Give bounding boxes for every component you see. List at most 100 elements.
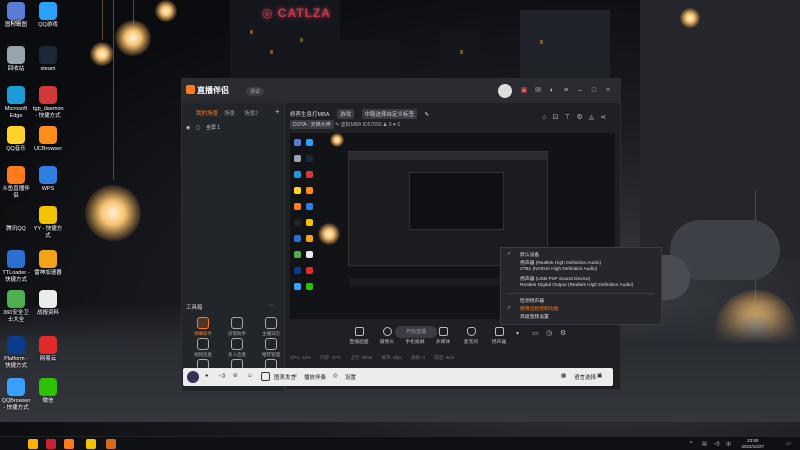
speaker-button[interactable]: 扬声器 bbox=[486, 327, 512, 345]
clock[interactable]: 23:50 2022/10/27 bbox=[741, 438, 764, 450]
add-scene-icon[interactable]: + bbox=[275, 107, 280, 116]
dropdown-arrow-icon[interactable]: ▾ bbox=[516, 330, 519, 337]
desktop-icon[interactable]: 腾讯QQ bbox=[1, 206, 31, 233]
tool-button[interactable]: 视频连麦 bbox=[188, 338, 218, 358]
mail-icon[interactable]: ✉ bbox=[534, 87, 542, 95]
tool-button[interactable]: 推荐管理 bbox=[256, 338, 286, 358]
maximize-icon[interactable]: □ bbox=[590, 87, 598, 95]
tool-button[interactable]: 弹幕助手 bbox=[188, 317, 218, 337]
keyboard-icon[interactable]: ▦ bbox=[561, 373, 566, 379]
volume-icon[interactable]: ◁) bbox=[219, 373, 225, 379]
settings-icon[interactable]: ⚙ bbox=[560, 329, 566, 337]
volume-icon[interactable]: ◁) bbox=[714, 441, 720, 447]
desktop-icon[interactable]: YY - 快捷方式 bbox=[33, 206, 63, 240]
desktop-icon[interactable]: Platform - 快捷方式 bbox=[1, 336, 31, 370]
desktop-icon[interactable]: 微信 bbox=[33, 378, 63, 405]
shirt-icon[interactable]: ⊤ bbox=[564, 114, 576, 121]
menu-item[interactable]: 高级音频设置 bbox=[520, 313, 549, 320]
comment-bar: ● ◁) ⊘ ☺ 图表发言 ♫ 播放伴奏 ◎ 设置 ▦ 语言选择 ▣ bbox=[183, 368, 613, 386]
network-icon[interactable]: ▤ bbox=[702, 441, 707, 447]
close-icon[interactable]: × bbox=[604, 87, 612, 95]
stream-title[interactable]: 修养生息打MBA bbox=[290, 112, 329, 118]
notification-icon[interactable]: ▭ bbox=[786, 441, 791, 447]
chat-icon[interactable] bbox=[261, 372, 270, 381]
desktop-icon[interactable]: 网易云 bbox=[33, 336, 63, 363]
tool-button[interactable]: 房管助手 bbox=[222, 317, 252, 337]
gift-box-icon[interactable]: ⊡ bbox=[552, 114, 564, 121]
desktop-icon[interactable]: QQ游戏 bbox=[33, 2, 63, 29]
gear-icon[interactable]: ⚙ bbox=[576, 114, 588, 121]
share-alt-icon[interactable]: ⋖ bbox=[600, 114, 612, 121]
scene-item[interactable]: ◉ ▢ 全屏 1 bbox=[186, 124, 220, 131]
comment-item-2[interactable]: 播放伴奏 bbox=[304, 373, 326, 381]
live-companion-taskbar-icon[interactable] bbox=[64, 439, 74, 449]
tab-my-scenes[interactable]: 我的场景 bbox=[196, 109, 218, 117]
desktop-icon[interactable]: 回收站 bbox=[1, 46, 31, 73]
gift-icon[interactable]: ▣ bbox=[520, 87, 528, 95]
desktop-icon[interactable]: QQBrowser - 快捷方式 bbox=[1, 378, 31, 412]
tab-scene-2[interactable]: 场景2 bbox=[244, 109, 258, 117]
menu-icon[interactable]: ≡ bbox=[562, 87, 570, 95]
desktop-icon[interactable]: 雷神加速器 bbox=[33, 250, 63, 277]
app-taskbar-icon[interactable] bbox=[106, 439, 116, 449]
version-badge[interactable]: 测试 bbox=[246, 87, 265, 96]
screen-capture-button[interactable]: 直播画面 bbox=[346, 327, 372, 345]
yy-taskbar-icon[interactable] bbox=[86, 439, 96, 449]
music-icon[interactable]: ♫ bbox=[293, 373, 297, 379]
tag-chip[interactable]: 中路选择自定义标签 bbox=[361, 109, 418, 119]
tab-scene[interactable]: 场景 bbox=[224, 109, 235, 117]
desktop-icon[interactable]: QQ音乐 bbox=[1, 126, 31, 153]
category-chip[interactable]: 游戏 bbox=[336, 109, 354, 119]
edit-icon[interactable]: ✎ bbox=[425, 112, 430, 118]
minimize-icon[interactable]: – bbox=[576, 87, 584, 95]
desktop-icon[interactable]: Microsoft Edge bbox=[1, 86, 31, 120]
avatar[interactable] bbox=[187, 371, 199, 383]
menu-item[interactable]: 默认设备 bbox=[520, 251, 539, 258]
folder-icon[interactable] bbox=[28, 439, 38, 449]
microphone-button[interactable]: 麦克风 bbox=[458, 327, 484, 345]
lit-window bbox=[460, 50, 463, 54]
desktop-icon[interactable]: WPS bbox=[33, 166, 63, 193]
more-icon[interactable]: ⋯ bbox=[268, 302, 274, 309]
window-icon[interactable]: ▣ bbox=[597, 373, 602, 379]
record-icon[interactable]: ▭ bbox=[532, 329, 539, 337]
history-icon[interactable]: ◷ bbox=[546, 329, 552, 337]
bell-icon[interactable]: ◬ bbox=[589, 114, 600, 121]
room-id: ID57000 bbox=[362, 122, 382, 128]
tray-chevron-icon[interactable]: ^ bbox=[690, 441, 692, 447]
tool-button[interactable]: 多人连麦 bbox=[222, 338, 252, 358]
skin-icon[interactable]: ◐ bbox=[548, 87, 556, 95]
desktop-icon[interactable]: 6XC bbox=[1, 20, 31, 27]
desktop-icon[interactable]: 战报资料 bbox=[33, 290, 63, 317]
desktop-icon[interactable]: TTLoader - 快捷方式 bbox=[1, 250, 31, 284]
language-select[interactable]: 语言选择 bbox=[574, 373, 596, 381]
lamp-cord bbox=[113, 0, 114, 180]
menu-item[interactable]: 27B1 (NVIDIA High Definition Audio) bbox=[520, 267, 597, 272]
desktop-icon[interactable]: 斗鱼直播伴侣 bbox=[1, 166, 31, 200]
menu-item[interactable]: 扬声器 (Realtek High Definition Audio) bbox=[520, 259, 601, 266]
eye-icon[interactable]: ◉ bbox=[186, 125, 190, 131]
desktop-icon[interactable]: 360安全卫士大全 bbox=[1, 290, 31, 324]
avatar[interactable] bbox=[498, 84, 512, 98]
app-taskbar-icon[interactable] bbox=[46, 439, 56, 449]
edit-icon[interactable]: ✎ bbox=[335, 122, 339, 128]
desktop-icon[interactable]: steam bbox=[33, 46, 63, 73]
menu-item[interactable]: 扬声器 (USB PnP Sound Device) bbox=[520, 275, 590, 282]
lock-icon[interactable]: ▢ bbox=[196, 125, 201, 131]
menu-item[interactable]: 检测扬声器 bbox=[520, 297, 544, 304]
comment-item-3[interactable]: 设置 bbox=[345, 373, 356, 381]
tool-button[interactable]: 主播日历 bbox=[256, 317, 286, 337]
mic-icon[interactable]: ● bbox=[205, 373, 208, 379]
desktop-icon[interactable]: UCBrowser bbox=[33, 126, 63, 153]
settings-icon[interactable]: ◎ bbox=[333, 373, 338, 379]
emoji-icon[interactable]: ☺ bbox=[247, 373, 253, 379]
desktop-icon[interactable]: tgp_daemon - 快捷方式 bbox=[33, 86, 64, 120]
start-live-button[interactable]: 开始直播 bbox=[395, 326, 437, 338]
ime-indicator[interactable]: 中 bbox=[726, 441, 731, 448]
game-chip[interactable]: DOTA · 天梯大神 bbox=[290, 120, 334, 129]
mute-icon[interactable]: ⊘ bbox=[233, 373, 238, 379]
menu-item[interactable]: 使用远程控制功能 bbox=[520, 305, 558, 312]
share-icon[interactable]: ⌂ bbox=[542, 114, 552, 121]
menu-item[interactable]: Realtek Digital Output (Realtek High Def… bbox=[520, 283, 633, 288]
stream-meta-row: DOTA · 天梯大神 ✎ 虚拟MBA ID57000 ♟ 0 ♥ 0 bbox=[290, 120, 400, 129]
